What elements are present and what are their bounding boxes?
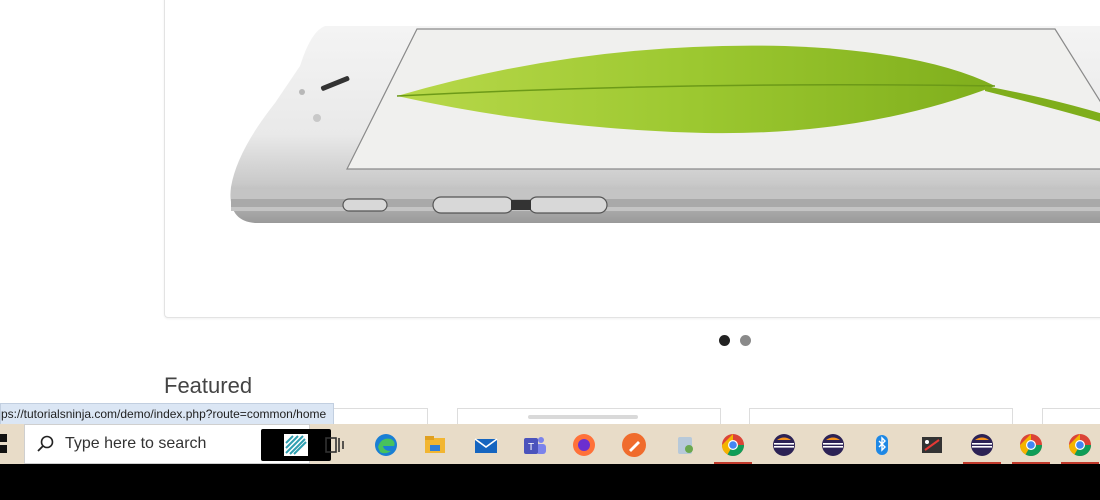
slideshow-pager (719, 335, 751, 346)
teams-icon[interactable]: T (522, 432, 548, 458)
status-url-tooltip: ps://tutorialsninja.com/demo/index.php?r… (0, 403, 335, 425)
iphone-slide-image (230, 26, 1100, 223)
screen-bottom-bar (0, 464, 1100, 500)
search-icon (37, 435, 54, 452)
featured-heading: Featured (164, 373, 253, 398)
edge-icon[interactable] (373, 432, 399, 458)
file-explorer-icon[interactable] (422, 432, 448, 458)
bluetooth-icon[interactable] (869, 432, 895, 458)
pager-dot-2[interactable] (740, 335, 751, 346)
eclipse-icon[interactable] (771, 432, 797, 458)
taskbar-search-box[interactable]: Type here to search (24, 424, 331, 464)
mail-icon[interactable] (473, 432, 499, 458)
chrome-icon[interactable] (714, 432, 752, 464)
chrome-icon[interactable] (1012, 432, 1050, 464)
svg-text:T: T (528, 442, 534, 453)
eclipse-icon[interactable] (820, 432, 846, 458)
firefox-icon[interactable] (571, 432, 597, 458)
eclipse-icon[interactable] (963, 432, 1001, 464)
slideshow[interactable] (164, 0, 1100, 318)
pen-app-icon[interactable] (621, 432, 647, 458)
task-view-icon[interactable] (322, 432, 348, 458)
windows-taskbar: Type here to search T (0, 424, 1100, 464)
snipping-tool-icon[interactable] (919, 432, 945, 458)
product-thumbnail (528, 415, 638, 419)
chrome-icon[interactable] (1061, 432, 1099, 464)
pager-dot-1[interactable] (719, 335, 730, 346)
recycle-icon[interactable] (672, 432, 698, 458)
search-placeholder: Type here to search (65, 435, 207, 452)
search-highlight-icon[interactable] (261, 429, 331, 461)
windows-start-icon[interactable] (0, 434, 8, 454)
